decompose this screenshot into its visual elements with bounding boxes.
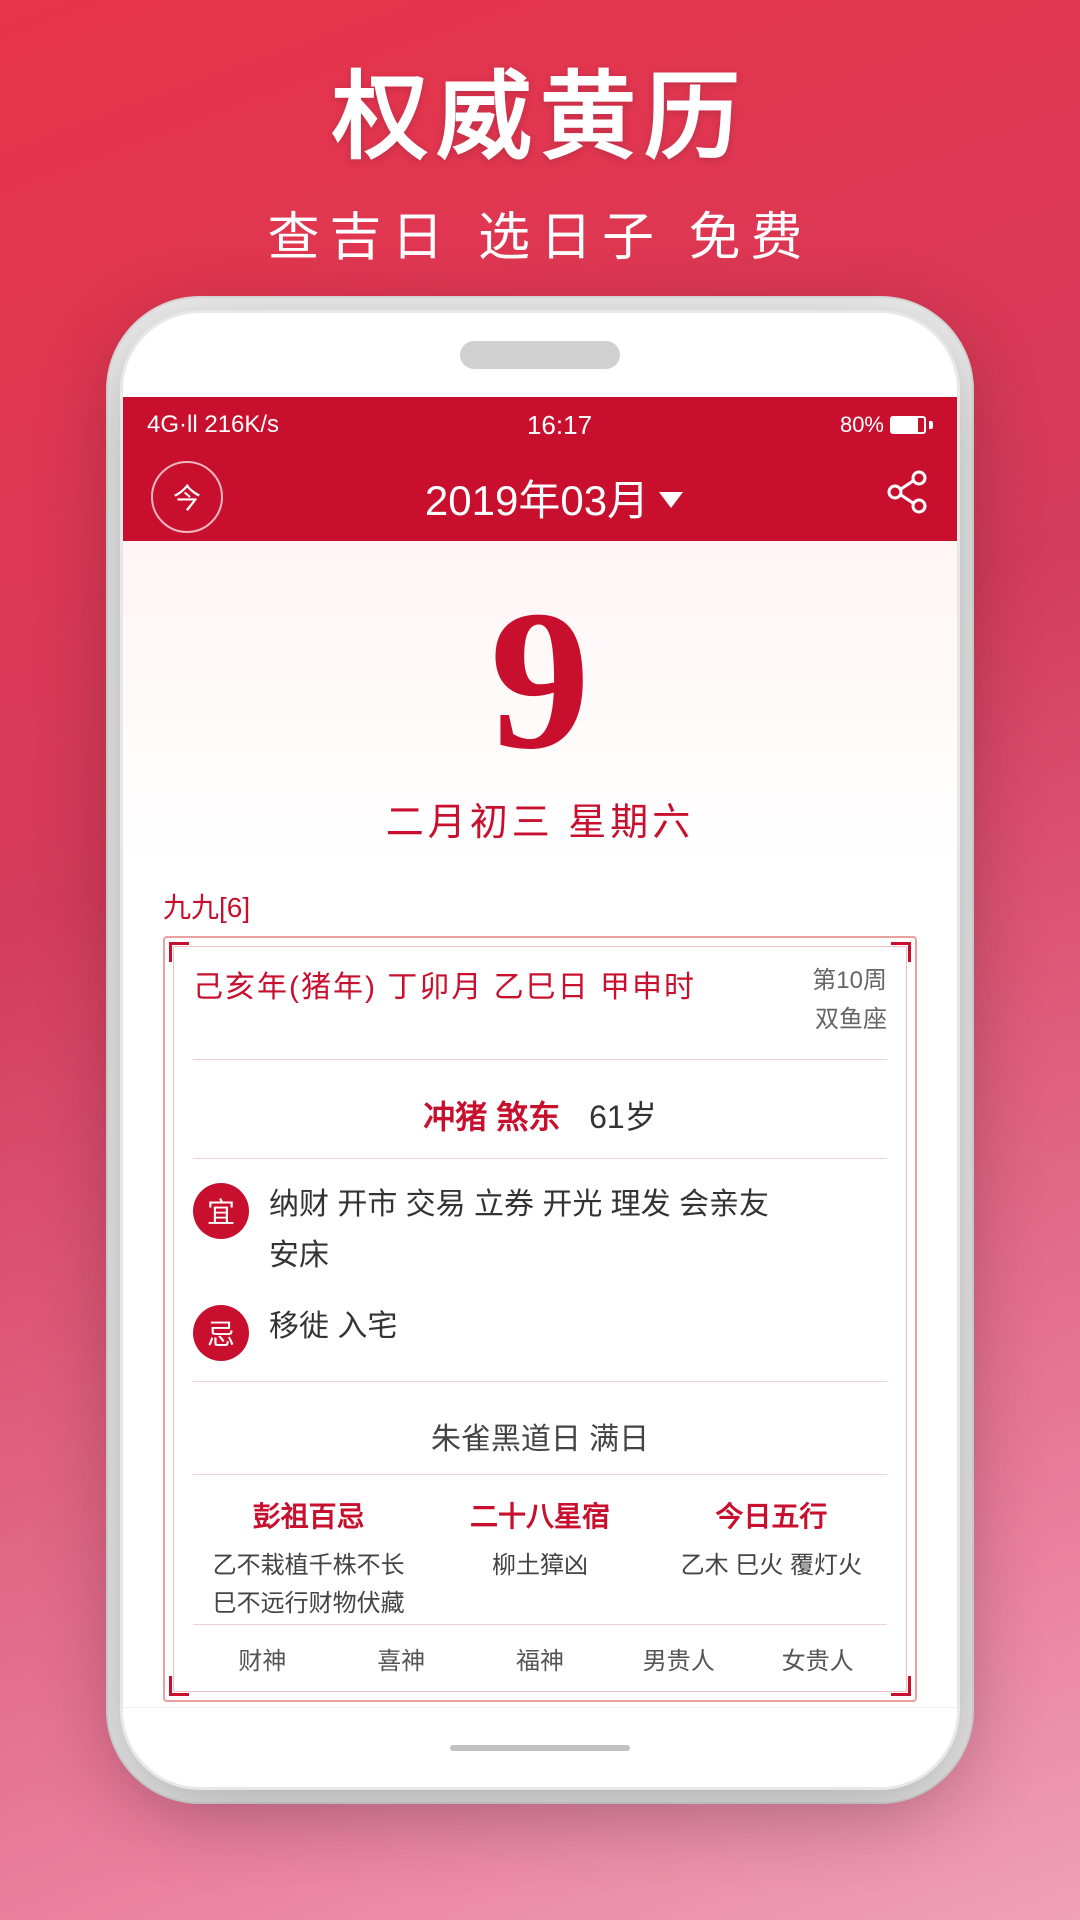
- battery-tip: [929, 421, 933, 429]
- ji-row: 忌 移徙 入宅: [193, 1301, 887, 1361]
- calendar-detail: 九九[6] 己亥年(猪年) 丁卯月 乙巳日 甲申时 第10周 双鱼座 冲: [123, 886, 957, 1702]
- promo-title: 权威黄历: [0, 60, 1080, 175]
- status-battery: 80%: [840, 412, 933, 438]
- battery-icon: [890, 416, 933, 434]
- traditional-calendar-card: 己亥年(猪年) 丁卯月 乙巳日 甲申时 第10周 双鱼座 冲猪 煞东 61岁 宜: [163, 936, 917, 1702]
- ji-text: 移徙 入宅: [269, 1301, 887, 1352]
- phone-speaker: [460, 341, 620, 369]
- date-display: 9 二月初三 星期六: [123, 541, 957, 866]
- corner-br-decoration: [891, 1676, 911, 1696]
- god-label: 喜神: [332, 1641, 471, 1676]
- dropdown-arrow-icon: [659, 492, 683, 508]
- ganzhi-row: 己亥年(猪年) 丁卯月 乙巳日 甲申时 第10周 双鱼座: [193, 962, 887, 1060]
- corner-bl-decoration: [169, 1676, 189, 1696]
- month-selector[interactable]: 2019年03月: [425, 467, 683, 528]
- week-zodiac: 第10周 双鱼座: [812, 962, 887, 1039]
- three-columns: 彭祖百忌 乙不栽植千株不长 巳不远行财物伏藏 二十八星宿 柳土獐凶 今日五行 乙…: [193, 1495, 887, 1624]
- stars-header: 二十八星宿: [424, 1495, 655, 1535]
- ji-badge: 忌: [193, 1305, 249, 1361]
- ganzhi-text: 己亥年(猪年) 丁卯月 乙巳日 甲申时: [193, 962, 696, 1006]
- status-signal: 4G·ll 216K/s: [147, 411, 279, 439]
- chong-row: 冲猪 煞东 61岁: [193, 1080, 887, 1159]
- main-content: 9 二月初三 星期六 九九[6] 己亥年(猪年) 丁卯月 乙巳日 甲申时 第10…: [123, 541, 957, 1702]
- wuxing-col: 今日五行 乙木 巳火 覆灯火: [656, 1495, 887, 1624]
- app-header: 今 2019年03月: [123, 453, 957, 541]
- corner-tl-decoration: [169, 942, 189, 962]
- share-button[interactable]: [885, 470, 929, 524]
- battery-fill: [892, 418, 918, 432]
- divider-1: [193, 1381, 887, 1382]
- home-indicator: [450, 1745, 630, 1751]
- god-label: 男贵人: [609, 1641, 748, 1676]
- lunar-date: 二月初三 星期六: [123, 791, 957, 846]
- special-days: 朱雀黑道日 满日: [193, 1398, 887, 1475]
- promo-area: 权威黄历 查吉日 选日子 免费: [0, 0, 1080, 310]
- yi-text: 纳财 开市 交易 立券 开光 理发 会亲友 安床: [269, 1179, 887, 1281]
- promo-subtitle: 查吉日 选日子 免费: [0, 195, 1080, 270]
- jiujiu-label: 九九[6]: [163, 886, 917, 926]
- today-button[interactable]: 今: [151, 461, 223, 533]
- yi-badge: 宜: [193, 1183, 249, 1239]
- share-icon: [885, 470, 929, 514]
- god-label: 财神: [193, 1641, 332, 1676]
- phone-mockup: 4G·ll 216K/s 16:17 80% 今 2019年03月: [120, 310, 960, 1790]
- stars-col: 二十八星宿 柳土獐凶: [424, 1495, 655, 1624]
- five-gods-row: 财神喜神福神男贵人女贵人: [193, 1624, 887, 1676]
- yi-row: 宜 纳财 开市 交易 立券 开光 理发 会亲友 安床: [193, 1179, 887, 1281]
- wuxing-header: 今日五行: [656, 1495, 887, 1535]
- wuxing-content: 乙木 巳火 覆灯火: [656, 1547, 887, 1585]
- corner-tr-decoration: [891, 942, 911, 962]
- god-label: 女贵人: [748, 1641, 887, 1676]
- pengzu-content: 乙不栽植千株不长 巳不远行财物伏藏: [193, 1547, 424, 1624]
- pengzu-col: 彭祖百忌 乙不栽植千株不长 巳不远行财物伏藏: [193, 1495, 424, 1624]
- stars-content: 柳土獐凶: [424, 1547, 655, 1585]
- status-bar: 4G·ll 216K/s 16:17 80%: [123, 397, 957, 453]
- big-date-number: 9: [123, 581, 957, 781]
- god-label: 福神: [471, 1641, 610, 1676]
- pengzu-header: 彭祖百忌: [193, 1495, 424, 1535]
- status-time: 16:17: [527, 410, 592, 441]
- bottom-bar: [123, 1707, 957, 1787]
- battery-body: [890, 416, 926, 434]
